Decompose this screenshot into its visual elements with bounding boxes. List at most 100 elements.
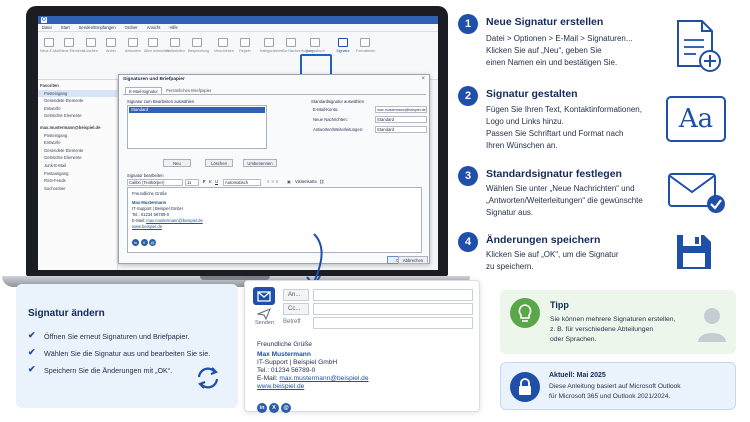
menu-senden-empfangen[interactable]: Senden/Empfangen — [79, 25, 116, 30]
nav-item[interactable]: Gesendete Elemente — [38, 97, 117, 105]
new-messages-select[interactable]: Standard — [375, 116, 427, 123]
address-book-icon — [310, 38, 320, 47]
step-1-line-1: Datei > Optionen > E-Mail > Signaturen..… — [486, 34, 633, 43]
ribbon-move-button[interactable]: Verschieben — [214, 38, 234, 54]
editor-web-link[interactable]: www.beispiel.de — [132, 224, 162, 229]
dialog-title: Signaturen und Briefpapier — [123, 77, 185, 82]
ribbon-meeting-button[interactable]: Besprechung — [188, 38, 209, 54]
signature-list[interactable]: Standard — [127, 105, 267, 149]
sig-email-link[interactable]: max.mustermann@beispiel.de — [279, 375, 368, 382]
ribbon-categorize-button[interactable]: Kategorisieren — [260, 38, 283, 54]
nav-item[interactable]: Entwürfe — [38, 105, 117, 113]
color-select[interactable]: Automatisch — [223, 179, 261, 186]
italic-icon[interactable]: K — [209, 179, 212, 184]
ribbon-label: Archiv — [106, 49, 116, 53]
new-messages-label: Neue Nachrichten: — [313, 117, 348, 122]
web-icon[interactable]: @ — [281, 403, 291, 413]
ribbon-new-email-button[interactable]: Neue E-Mail — [40, 38, 60, 54]
nav-item[interactable]: Gesendete Elemente — [38, 147, 117, 155]
forward-icon — [170, 38, 180, 47]
user-silhouette-icon — [698, 308, 726, 342]
signature-list-item[interactable]: Standard — [129, 107, 265, 113]
nav-item[interactable]: Junk-E-Mail — [38, 162, 117, 170]
tab-personal-stationery[interactable]: Persönliches Briefpapier — [163, 87, 214, 94]
size-select[interactable]: 11 — [185, 179, 199, 186]
new-signature-button[interactable]: Neu — [163, 159, 191, 167]
subject-input[interactable] — [313, 317, 473, 329]
ribbon-reply-all-button[interactable]: Allen antworten — [144, 38, 169, 54]
nav-item[interactable]: Posteingang — [38, 89, 117, 98]
menu-ordner[interactable]: Ordner — [125, 25, 138, 30]
floppy-disk-icon — [677, 235, 711, 269]
close-icon[interactable]: × — [421, 76, 425, 82]
send-button[interactable] — [253, 287, 275, 305]
editor-email-label: E-Mail: — [132, 218, 146, 223]
editor-email-link[interactable]: max.mustermann@beispiel.de — [146, 218, 203, 223]
linkedin-icon[interactable]: in — [257, 403, 267, 413]
vcard-button[interactable]: Visitenkarte — [295, 179, 317, 184]
menu-start[interactable]: Start — [61, 25, 70, 30]
step-3-number: 3 — [458, 166, 478, 186]
nav-item[interactable]: Postausgang — [38, 170, 117, 178]
nav-account-header[interactable]: max.mustermann@beispiel.de — [38, 124, 117, 132]
font-select[interactable]: Calibri (Textkörper) — [127, 179, 183, 186]
picture-icon[interactable]: ▣ — [287, 179, 291, 184]
current-info-box: Aktuell: Mai 2025 Diese Anleitung basier… — [500, 362, 736, 410]
ribbon-signature-button[interactable]: Signatur — [334, 38, 352, 54]
step-2-line-3: Passen Sie Schriftart und Format nach — [486, 129, 624, 138]
ribbon-archive-button[interactable]: Archiv — [102, 38, 120, 54]
nav-item[interactable]: Suchordner — [38, 185, 117, 193]
ribbon-rules-button[interactable]: Regeln — [236, 38, 254, 54]
reply-all-icon — [148, 38, 158, 47]
delete-signature-button[interactable]: Löschen — [205, 159, 233, 167]
reply-forward-select[interactable]: Standard — [375, 126, 427, 133]
step-1-line-2: Klicken Sie auf „Neu“, geben Sie — [486, 46, 602, 55]
step-4-line-2: zu speichern. — [486, 262, 534, 271]
nav-item[interactable]: Posteingang — [38, 132, 117, 140]
menu-hilfe[interactable]: Hilfe — [169, 25, 177, 30]
menu-ansicht[interactable]: Ansicht — [147, 25, 161, 30]
underline-icon[interactable]: U — [215, 179, 218, 184]
change-item-2: Wählen Sie die Signatur aus und bearbeit… — [44, 349, 211, 358]
ribbon-label: Weiterleiten — [166, 49, 185, 53]
linkedin-icon[interactable]: in — [132, 239, 139, 246]
ribbon-format-button[interactable]: Formatieren — [356, 38, 375, 54]
change-item-1: Öffnen Sie erneut Signaturen und Briefpa… — [44, 332, 190, 341]
ribbon-label: Adressbuch — [306, 49, 325, 53]
cc-input[interactable] — [313, 303, 473, 315]
ribbon-new-items-button[interactable]: Neue Elemente — [60, 38, 85, 54]
menu-datei[interactable]: Datei — [42, 25, 52, 30]
ribbon-follow-up-button[interactable]: Zur Nachverfolgung — [282, 38, 314, 54]
to-input[interactable] — [313, 289, 473, 301]
editor-phone: Tel.: 01234 56789-0 — [132, 212, 170, 217]
lightbulb-icon — [510, 298, 540, 328]
mail-icon — [257, 291, 271, 302]
align-icons[interactable]: ≡≡≡ — [267, 179, 280, 184]
flag-icon — [286, 38, 296, 47]
bold-icon[interactable]: F — [203, 179, 206, 184]
ribbon-reply-button[interactable]: Antworten — [124, 38, 142, 54]
to-button[interactable]: An... — [283, 289, 309, 301]
nav-item[interactable]: RSS-Feeds — [38, 177, 117, 185]
cancel-button[interactable]: Abbrechen — [398, 256, 428, 264]
step-3-line-2: „Antworten/Weiterleitungen“ die gewünsch… — [486, 196, 643, 205]
signature-editor[interactable]: Freundliche Grüße Max Mustermann IT-Supp… — [127, 187, 422, 253]
x-icon[interactable]: X — [140, 239, 148, 246]
cc-button[interactable]: Cc... — [283, 303, 309, 315]
tip-line-2: z. B. für verschiedene Abteilungen — [550, 326, 654, 333]
link-icon[interactable]: ⛓ — [319, 179, 324, 184]
account-select[interactable]: max.mustermann@beispiel.de — [375, 106, 427, 113]
tag-icon — [264, 38, 274, 47]
web-icon[interactable]: @ — [149, 239, 156, 246]
nav-favorites-header[interactable]: Favoriten — [38, 82, 117, 90]
select-signature-label: Signatur zum Bearbeiten auswählen — [127, 99, 195, 104]
ribbon-forward-button[interactable]: Weiterleiten — [166, 38, 185, 54]
nav-item[interactable]: Entwürfe — [38, 139, 117, 147]
ribbon-address-book-button[interactable]: Adressbuch — [306, 38, 325, 54]
sig-web-link[interactable]: www.beispiel.de — [257, 383, 304, 390]
nav-item[interactable]: Gelöschte Elemente — [38, 154, 117, 162]
rename-signature-button[interactable]: Umbenennen — [243, 159, 277, 167]
x-icon[interactable]: X — [269, 403, 279, 413]
nav-item[interactable]: Gelöschte Elemente — [38, 112, 117, 120]
ribbon-delete-button[interactable]: Löschen — [82, 38, 100, 54]
